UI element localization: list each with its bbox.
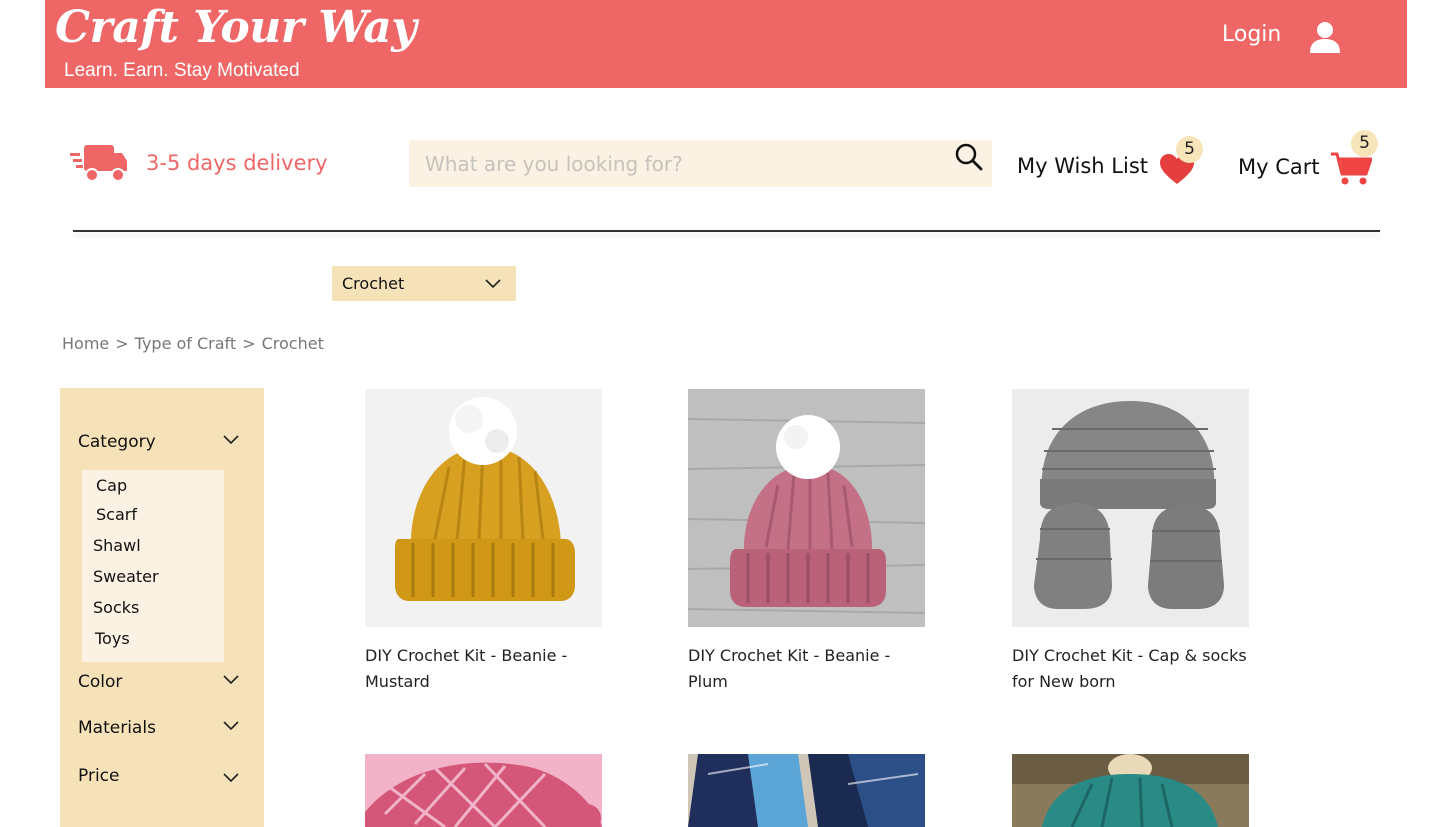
breadcrumb-separator: > [242, 334, 256, 353]
product-title[interactable]: DIY Crochet Kit - Beanie - Mustard [365, 643, 603, 695]
wishlist-link[interactable]: My Wish List 5 [1017, 136, 1212, 190]
category-option-sweater[interactable]: Sweater [93, 567, 159, 586]
product-title[interactable]: DIY Crochet Kit - Cap & socks for New bo… [1012, 643, 1250, 695]
product-image-plum-beanie[interactable] [688, 389, 925, 627]
product-image-mustard-beanie[interactable] [365, 389, 602, 627]
filter-sidebar: Category Cap Scarf Shawl Sweater Socks T… [60, 388, 264, 827]
filter-color-toggle[interactable]: Color [78, 672, 250, 696]
search-bar [409, 140, 992, 187]
filter-materials-toggle[interactable]: Materials [78, 718, 250, 742]
brand-tagline: Learn. Earn. Stay Motivated [64, 60, 300, 81]
truck-icon [70, 145, 127, 182]
category-option-socks[interactable]: Socks [93, 598, 139, 617]
delivery-text: 3-5 days delivery [146, 151, 328, 175]
craft-type-dropdown[interactable]: Crochet [332, 266, 516, 301]
search-icon[interactable] [954, 142, 984, 172]
breadcrumb: Home > Type of Craft > Crochet [62, 334, 324, 353]
filter-price-label: Price [78, 766, 120, 786]
product-image-grey-cap-and-booties[interactable] [1012, 389, 1249, 627]
product-card[interactable]: DIY Crochet Kit - Beanie - Mustard [365, 389, 603, 695]
product-card[interactable]: DIY Crochet Kit - Beanie - Plum [688, 389, 926, 695]
login-link[interactable]: Login [1222, 22, 1281, 47]
filter-category-toggle[interactable]: Category [78, 432, 250, 456]
top-header-bar: Craft Your Way Learn. Earn. Stay Motivat… [45, 0, 1407, 88]
category-option-scarf[interactable]: Scarf [96, 505, 137, 524]
chevron-down-icon [223, 675, 239, 685]
chevron-down-icon [223, 435, 239, 445]
category-option-cap[interactable]: Cap [96, 476, 127, 495]
chevron-down-icon [485, 279, 501, 289]
delivery-info: 3-5 days delivery [70, 142, 328, 184]
product-title[interactable]: DIY Crochet Kit - Beanie - Plum [688, 643, 926, 695]
product-image-blue-crochet-scarf[interactable] [688, 754, 925, 827]
product-image-teal-crochet-cowl[interactable] [1012, 754, 1249, 827]
wishlist-label: My Wish List [1017, 154, 1148, 178]
category-option-toys[interactable]: Toys [95, 629, 130, 648]
cart-count-badge: 5 [1351, 130, 1378, 157]
craft-type-selected: Crochet [342, 274, 405, 293]
brand-logo-title[interactable]: Craft Your Way [55, 2, 417, 53]
product-card[interactable]: DIY Crochet Kit - Cap & socks for New bo… [1012, 389, 1250, 695]
cart-link[interactable]: My Cart 5 [1238, 130, 1388, 190]
chevron-down-icon [223, 721, 239, 731]
breadcrumb-crochet[interactable]: Crochet [262, 334, 324, 353]
filter-price-toggle[interactable]: Price [78, 766, 250, 790]
category-option-shawl[interactable]: Shawl [93, 536, 141, 555]
breadcrumb-separator: > [115, 334, 129, 353]
user-icon[interactable] [1308, 20, 1342, 54]
cart-label: My Cart [1238, 155, 1320, 179]
category-options-list: Cap Scarf Shawl Sweater Socks Toys [82, 470, 224, 662]
chevron-down-icon [223, 773, 239, 783]
product-image-pink-crochet-hat[interactable] [365, 754, 602, 827]
filter-color-label: Color [78, 672, 123, 692]
search-input[interactable] [409, 140, 929, 187]
wishlist-count-badge: 5 [1176, 136, 1203, 163]
breadcrumb-home[interactable]: Home [62, 334, 109, 353]
header-divider [73, 230, 1380, 232]
filter-category-label: Category [78, 432, 156, 452]
breadcrumb-type-of-craft[interactable]: Type of Craft [135, 334, 237, 353]
filter-materials-label: Materials [78, 718, 156, 738]
